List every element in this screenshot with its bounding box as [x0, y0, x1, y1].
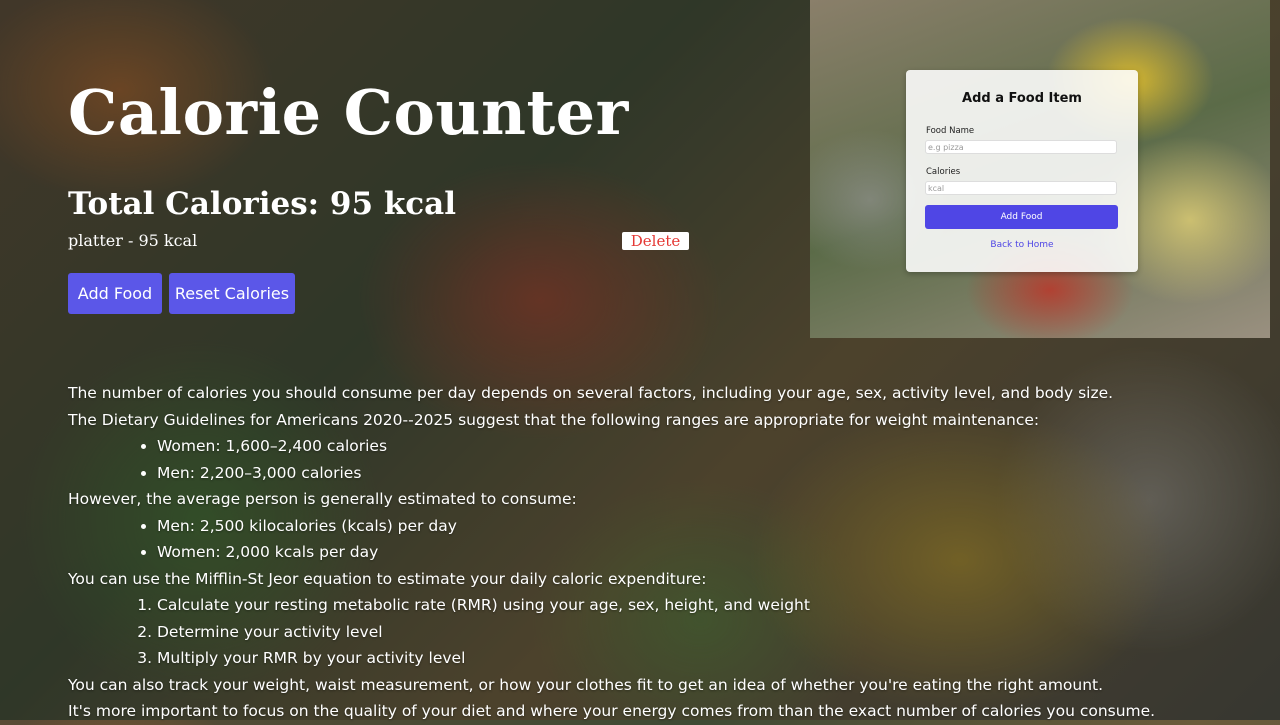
list-item: Women: 2,000 kcals per day	[157, 539, 1268, 566]
food-name-label: Food Name	[926, 126, 975, 136]
form-add-food-button[interactable]: Add Food	[925, 205, 1118, 229]
maintenance-list: Women: 1,600–2,400 calories Men: 2,200–3…	[68, 433, 1268, 486]
list-item: Women: 1,600–2,400 calories	[157, 433, 1268, 460]
calories-input[interactable]	[925, 181, 1117, 195]
info-paragraph: You can also track your weight, waist me…	[68, 675, 1104, 694]
reset-calories-button[interactable]: Reset Calories	[169, 273, 295, 314]
food-name-input[interactable]	[925, 140, 1117, 154]
list-item: Determine your activity level	[157, 619, 1268, 646]
calories-label: Calories	[926, 167, 961, 177]
info-paragraph: The Dietary Guidelines for Americans 202…	[68, 410, 1040, 429]
list-item: Calculate your resting metabolic rate (R…	[157, 592, 1268, 619]
info-paragraph: The number of calories you should consum…	[68, 384, 1114, 402]
info-paragraph: It's more important to focus on the qual…	[68, 702, 1156, 720]
info-paragraph: However, the average person is generally…	[68, 490, 577, 508]
list-item: Multiply your RMR by your activity level	[157, 645, 1268, 672]
add-food-button[interactable]: Add Food	[68, 273, 162, 314]
add-food-form: Add a Food Item Food Name Calories Add F…	[906, 70, 1138, 272]
info-paragraph: You can use the Mifflin-St Jeor equation…	[68, 569, 707, 588]
delete-entry-button[interactable]: Delete	[622, 232, 689, 250]
info-section: The number of calories you should consum…	[68, 380, 1268, 725]
list-item: Men: 2,500 kilocalories (kcals) per day	[157, 513, 1268, 540]
list-item: Men: 2,200–3,000 calories	[157, 460, 1268, 487]
page-title: Calorie Counter	[68, 76, 629, 149]
average-list: Men: 2,500 kilocalories (kcals) per day …	[68, 513, 1268, 566]
back-to-home-link[interactable]: Back to Home	[906, 240, 1138, 250]
food-entry-text: platter - 95 kcal	[68, 231, 198, 250]
steps-list: Calculate your resting metabolic rate (R…	[68, 592, 1268, 672]
total-calories: Total Calories: 95 kcal	[68, 186, 457, 222]
form-title: Add a Food Item	[962, 91, 1082, 106]
